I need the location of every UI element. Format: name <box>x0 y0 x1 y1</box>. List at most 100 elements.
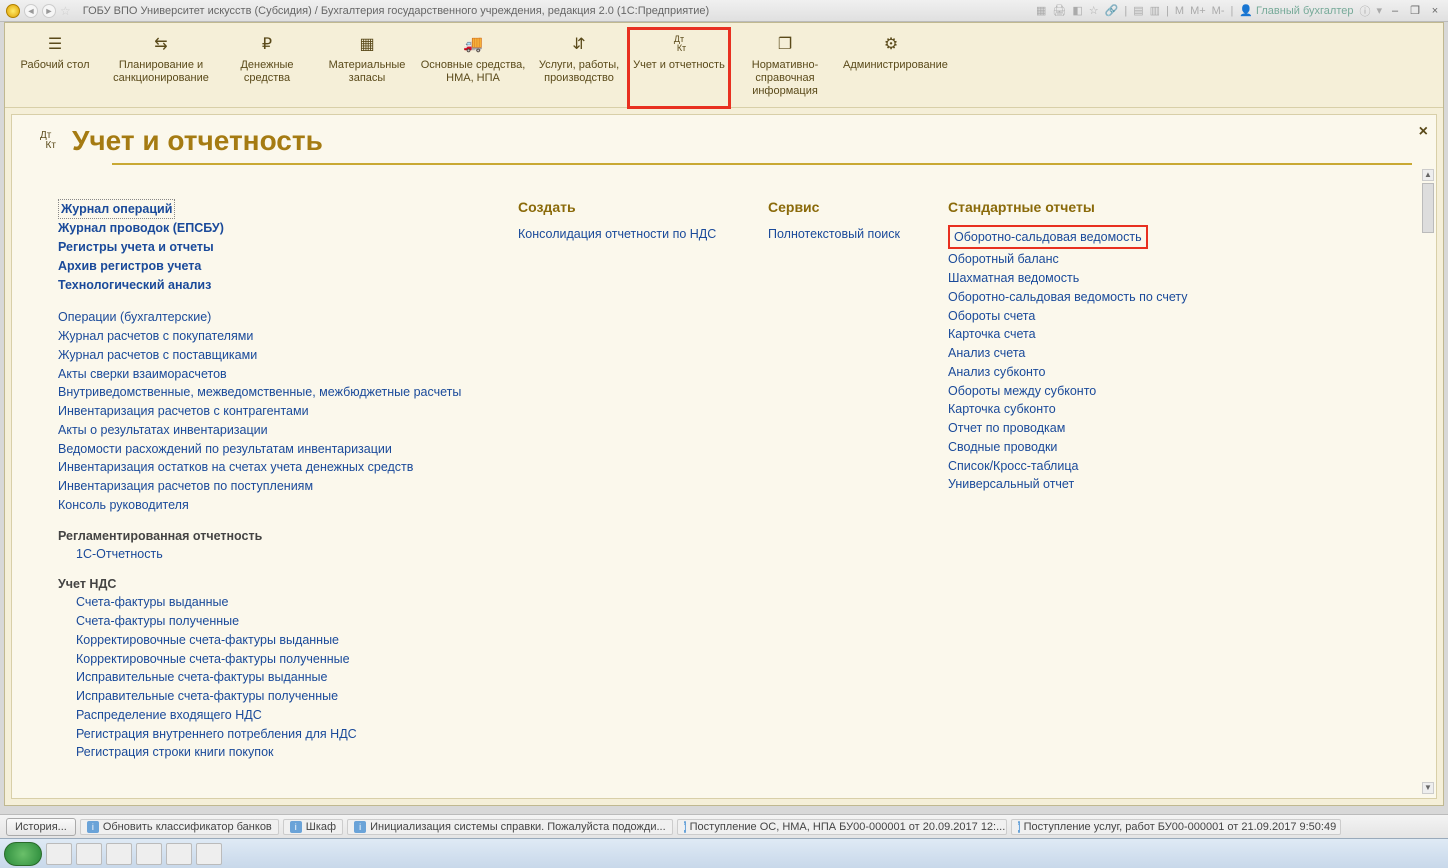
report-link[interactable]: Оборотно-сальдовая ведомость <box>948 225 1148 250</box>
link-item[interactable]: Консоль руководителя <box>58 498 189 512</box>
scrollbar[interactable]: ▲ ▼ <box>1422 169 1434 794</box>
tb-calc-icon[interactable]: ▤ <box>1133 4 1143 17</box>
tb-cal-icon[interactable]: ▥ <box>1150 4 1160 17</box>
tb-icon-1[interactable]: ▦ <box>1036 4 1046 17</box>
nav-label-6: Учет и отчетность <box>631 59 727 72</box>
link-item[interactable]: Операции (бухгалтерские) <box>58 310 211 324</box>
nav-item-3[interactable]: ▦Материальные запасы <box>317 29 417 107</box>
nav-item-8[interactable]: ⚙Администрирование <box>841 29 941 107</box>
scroll-thumb[interactable] <box>1422 183 1434 233</box>
statusbar-item[interactable]: iОбновить классификатор банков <box>80 819 279 835</box>
report-link[interactable]: Анализ субконто <box>948 365 1045 379</box>
nav-back-icon[interactable]: ◄ <box>24 4 38 18</box>
nav-item-2[interactable]: ₽Денежные средства <box>217 29 317 107</box>
main-link[interactable]: Регистры учета и отчеты <box>58 240 214 254</box>
link-item[interactable]: Акты о результатах инвентаризации <box>58 423 268 437</box>
report-link[interactable]: Список/Кросс-таблица <box>948 459 1078 473</box>
taskbar-app-1[interactable] <box>46 843 72 865</box>
report-link[interactable]: Обороты счета <box>948 309 1035 323</box>
link-item[interactable]: Регистрация внутреннего потребления для … <box>76 727 357 741</box>
link-item[interactable]: Полнотекстовый поиск <box>768 227 900 241</box>
statusbar-item[interactable]: iПоступление услуг, работ БУ00-000001 от… <box>1011 819 1341 835</box>
report-link[interactable]: Оборотный баланс <box>948 252 1059 266</box>
link-item[interactable]: Журнал расчетов с поставщиками <box>58 348 257 362</box>
link-item[interactable]: Акты сверки взаиморасчетов <box>58 367 227 381</box>
link-item[interactable]: Инвентаризация расчетов с контрагентами <box>58 404 309 418</box>
current-user[interactable]: 👤Главный бухгалтер <box>1239 4 1353 17</box>
window-close[interactable]: × <box>1428 5 1442 17</box>
report-link[interactable]: Карточка счета <box>948 327 1036 341</box>
link-item[interactable]: Счета-фактуры полученные <box>76 614 239 628</box>
panel-body: Журнал операцийЖурнал проводок (ЕПСБУ) Ре… <box>12 165 1436 798</box>
link-item[interactable]: Регистрация строки книги покупок <box>76 745 274 759</box>
link-item[interactable]: Ведомости расхождений по результатам инв… <box>58 442 392 456</box>
link-item[interactable]: Консолидация отчетности по НДС <box>518 227 716 241</box>
info-badge-icon: i <box>290 821 302 833</box>
scroll-up-icon[interactable]: ▲ <box>1422 169 1434 181</box>
taskbar-app-4[interactable] <box>136 843 162 865</box>
tb-link-icon[interactable]: 🔗 <box>1105 4 1119 17</box>
report-link[interactable]: Отчет по проводкам <box>948 421 1065 435</box>
link-item[interactable]: Распределение входящего НДС <box>76 708 262 722</box>
col-reports: Стандартные отчеты Оборотно-сальдовая ве… <box>948 199 1208 788</box>
link-item[interactable]: Счета-фактуры выданные <box>76 595 228 609</box>
scroll-down-icon[interactable]: ▼ <box>1422 782 1434 794</box>
favorite-icon[interactable]: ☆ <box>60 4 71 18</box>
window-maximize[interactable]: ❐ <box>1408 4 1422 17</box>
report-link[interactable]: Анализ счета <box>948 346 1025 360</box>
nav-item-4[interactable]: 🚚Основные средства, НМА, НПА <box>417 29 529 107</box>
statusbar-item[interactable]: iШкаф <box>283 819 343 835</box>
mem-m[interactable]: M <box>1175 5 1184 17</box>
report-link[interactable]: Универсальный отчет <box>948 477 1074 491</box>
nav-icon-6: Дт Кт <box>631 33 727 55</box>
main-link[interactable]: Технологический анализ <box>58 278 211 292</box>
report-link[interactable]: Шахматная ведомость <box>948 271 1079 285</box>
nav-fwd-icon[interactable]: ► <box>42 4 56 18</box>
main-link[interactable]: Журнал проводок (ЕПСБУ) <box>58 221 224 235</box>
link-item[interactable]: Инвентаризация остатков на счетах учета … <box>58 460 413 474</box>
taskbar-app-2[interactable] <box>76 843 102 865</box>
nav-icon-8: ⚙ <box>843 33 939 55</box>
service-heading: Сервис <box>768 199 918 215</box>
report-link[interactable]: Сводные проводки <box>948 440 1057 454</box>
window-minimize[interactable]: – <box>1388 5 1402 17</box>
link-item[interactable]: Корректировочные счета-фактуры выданные <box>76 633 339 647</box>
info-icon[interactable]: ⓘ <box>1359 3 1370 19</box>
history-button[interactable]: История... <box>6 818 76 836</box>
col-create: Создать Консолидация отчетности по НДС <box>518 199 738 788</box>
nav-item-7[interactable]: ❐Нормативно-справочная информация <box>729 29 841 107</box>
nav-item-6[interactable]: Дт Кт Учет и отчетность <box>629 29 729 107</box>
link-item[interactable]: Инвентаризация расчетов по поступлениям <box>58 479 313 493</box>
report-link[interactable]: Оборотно-сальдовая ведомость по счету <box>948 290 1188 304</box>
link-item[interactable]: Исправительные счета-фактуры полученные <box>76 689 338 703</box>
tb-print-icon[interactable]: 🖨 <box>1052 4 1066 17</box>
link-item[interactable]: Корректировочные счета-фактуры полученны… <box>76 652 350 666</box>
mem-mm[interactable]: M- <box>1212 5 1225 17</box>
statusbar-item[interactable]: iИнициализация системы справки. Пожалуйс… <box>347 819 673 835</box>
nav-item-5[interactable]: ⇵Услуги, работы, производство <box>529 29 629 107</box>
taskbar-app-5[interactable] <box>166 843 192 865</box>
nav-item-0[interactable]: ☰Рабочий стол <box>5 29 105 107</box>
nav-item-1[interactable]: ⇆Планирование и санкционирование <box>105 29 217 107</box>
link-item[interactable]: Исправительные счета-фактуры выданные <box>76 670 327 684</box>
link-item[interactable]: Журнал расчетов с покупателями <box>58 329 253 343</box>
panel-close-icon[interactable]: × <box>1419 123 1428 141</box>
main-link[interactable]: Журнал операций <box>58 199 175 220</box>
taskbar-app-6[interactable] <box>196 843 222 865</box>
tb-icon-3[interactable]: ◧ <box>1072 4 1082 17</box>
taskbar-app-3[interactable] <box>106 843 132 865</box>
main-link[interactable]: Архив регистров учета <box>58 259 201 273</box>
report-link[interactable]: Карточка субконто <box>948 402 1056 416</box>
tb-star-icon[interactable]: ☆ <box>1089 4 1099 17</box>
dropdown-icon[interactable]: ▾ <box>1376 4 1382 17</box>
col-service: Сервис Полнотекстовый поиск <box>768 199 918 788</box>
statusbar-item[interactable]: iПоступление ОС, НМА, НПА БУ00-000001 от… <box>677 819 1007 835</box>
start-button[interactable] <box>4 842 42 866</box>
statusbar-text: Поступление услуг, работ БУ00-000001 от … <box>1024 821 1337 833</box>
link-item[interactable]: 1С-Отчетность <box>76 547 163 561</box>
link-item[interactable]: Внутриведомственные, межведомственные, м… <box>58 385 461 399</box>
report-link[interactable]: Обороты между субконто <box>948 384 1096 398</box>
mem-mp[interactable]: M+ <box>1190 5 1206 17</box>
nav-icon-4: 🚚 <box>419 33 527 55</box>
app-logo-icon <box>6 4 20 18</box>
